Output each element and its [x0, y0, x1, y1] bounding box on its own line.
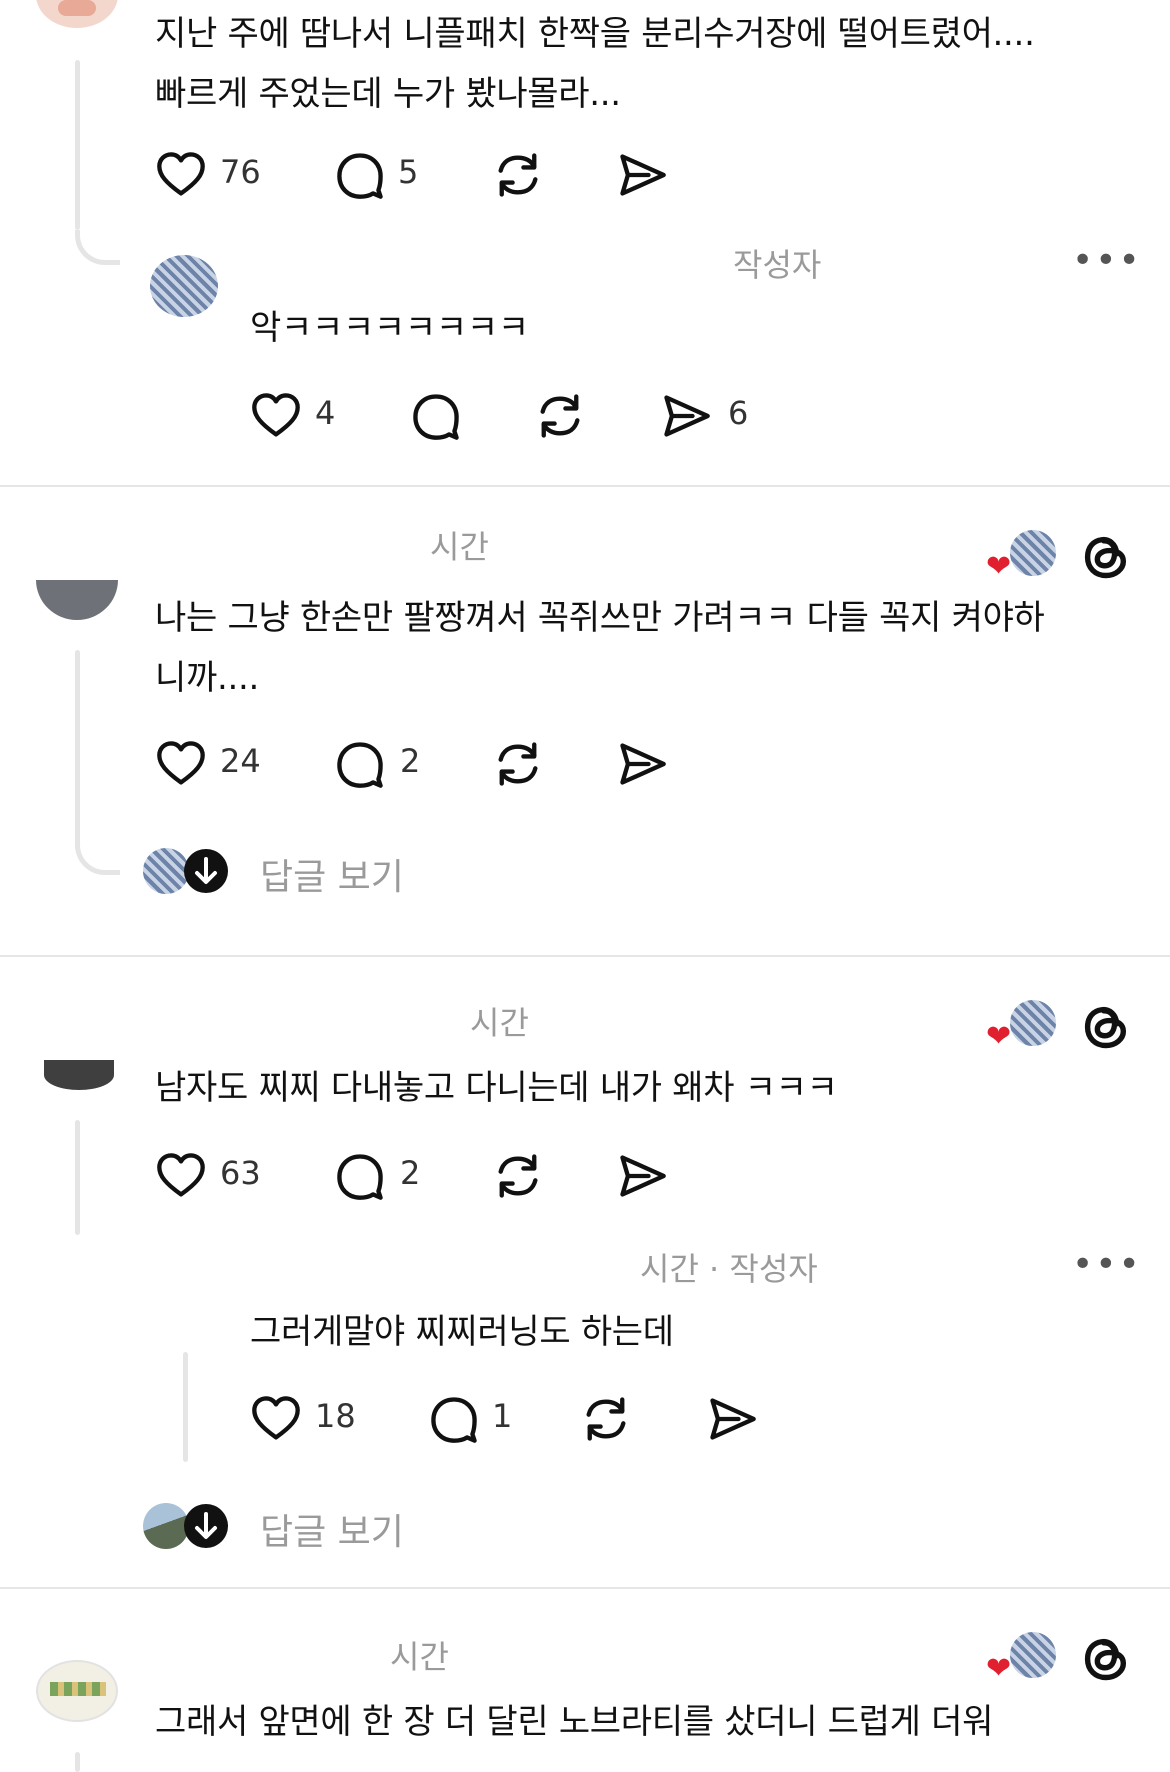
post-body-line-1: 남자도 찌찌 다내놓고 다니는데 내가 왜차 ㅋㅋㅋ — [155, 1068, 838, 1108]
send-icon[interactable] — [706, 1393, 758, 1445]
reply-meta: 시간 · 작성자 — [640, 1250, 818, 1288]
comment-count: 2 — [400, 1154, 421, 1192]
post-meta: 시간 — [470, 1004, 529, 1042]
post-meta: 시간 — [390, 1638, 449, 1676]
reply-connector — [75, 830, 120, 875]
comment-count: 5 — [398, 153, 419, 191]
send-icon[interactable] — [616, 149, 668, 201]
view-replies-link[interactable]: 답글 보기 — [260, 848, 404, 900]
send-icon[interactable] — [660, 390, 712, 442]
comment-count: 2 — [400, 742, 421, 780]
heart-icon[interactable] — [155, 149, 207, 201]
post-meta: 시간 — [430, 528, 489, 566]
like-count: 76 — [220, 153, 261, 191]
comment-icon[interactable] — [334, 738, 386, 790]
post-body-line-2: 니까.... — [155, 658, 259, 698]
send-icon[interactable] — [616, 738, 668, 790]
thread-line — [75, 1752, 80, 1772]
comment-icon[interactable] — [334, 149, 386, 201]
post-body: 그래서 앞면에 한 장 더 달린 노브라티를 샀더니 드럽게 더워 — [155, 1692, 1155, 1752]
like-count: 4 — [315, 394, 336, 432]
threads-logo-icon[interactable] — [1080, 530, 1132, 582]
threads-logo-icon[interactable] — [1080, 1632, 1132, 1684]
post-body-line-1: 나는 그냥 한손만 팔짱껴서 꼭쥐쓰만 가려ㅋㅋ 다들 꼭지 켜야하 — [155, 598, 1045, 638]
heart-badge-icon: ❤ — [986, 1019, 1012, 1054]
avatar[interactable] — [36, 540, 118, 620]
like-count: 18 — [315, 1397, 356, 1435]
thread-line — [183, 1352, 188, 1462]
heart-icon[interactable] — [155, 1150, 207, 1202]
liked-by-avatar — [1010, 1000, 1056, 1046]
comment-count: 1 — [492, 1397, 513, 1435]
repost-icon[interactable] — [580, 1393, 632, 1445]
thread-line — [75, 650, 80, 850]
send-icon[interactable] — [616, 1150, 668, 1202]
repost-icon[interactable] — [492, 1150, 544, 1202]
divider — [0, 1587, 1170, 1589]
like-count: 24 — [220, 742, 261, 780]
like-count: 63 — [220, 1154, 261, 1192]
heart-icon[interactable] — [250, 390, 302, 442]
divider — [0, 485, 1170, 487]
more-icon[interactable]: ••• — [1072, 240, 1142, 281]
post-body-line-1: 그래서 앞면에 한 장 더 달린 노브라티를 샀더니 드럽게 더워 — [155, 1702, 994, 1742]
repost-icon[interactable] — [534, 390, 586, 442]
comment-icon[interactable] — [410, 390, 462, 442]
arrow-down-icon[interactable] — [182, 847, 230, 895]
post-body: 지난 주에 땀나서 니플패치 한짝을 분리수거장에 떨어트렸어.... 빠르게 … — [155, 4, 1155, 124]
reply-connector — [75, 230, 120, 265]
comment-icon[interactable] — [428, 1393, 480, 1445]
post-body-line-2: 빠르게 주었는데 누가 봤나몰라... — [155, 74, 621, 114]
view-replies-link[interactable]: 답글 보기 — [260, 1503, 404, 1555]
post-body-line-1: 지난 주에 땀나서 니플패치 한짝을 분리수거장에 떨어트렸어.... — [155, 14, 1035, 54]
comment-icon[interactable] — [334, 1150, 386, 1202]
thread-line — [75, 1120, 80, 1235]
repost-icon[interactable] — [492, 738, 544, 790]
repost-icon[interactable] — [492, 149, 544, 201]
more-icon[interactable]: ••• — [1072, 1244, 1142, 1285]
avatar[interactable] — [36, 0, 118, 28]
liked-by-avatar — [1010, 1632, 1056, 1678]
post-body: 나는 그냥 한손만 팔짱껴서 꼭쥐쓰만 가려ㅋㅋ 다들 꼭지 켜야하 니까...… — [155, 588, 1155, 708]
avatar[interactable] — [36, 1660, 118, 1722]
share-count: 6 — [728, 394, 749, 432]
heart-badge-icon: ❤ — [986, 1651, 1012, 1686]
arrow-down-icon[interactable] — [182, 1502, 230, 1550]
reply-meta: 작성자 — [733, 246, 822, 284]
liked-by-avatar — [1010, 530, 1056, 576]
threads-logo-icon[interactable] — [1080, 1000, 1132, 1052]
reply-body: 그러게말야 찌찌러닝도 하는데 — [250, 1312, 674, 1352]
divider — [0, 955, 1170, 957]
avatar[interactable] — [44, 1060, 114, 1090]
heart-icon[interactable] — [155, 738, 207, 790]
thread-line — [75, 60, 80, 230]
heart-badge-icon: ❤ — [986, 549, 1012, 584]
heart-icon[interactable] — [250, 1393, 302, 1445]
reply-body: 악ㅋㅋㅋㅋㅋㅋㅋㅋ — [250, 308, 529, 348]
post-body: 남자도 찌찌 다내놓고 다니는데 내가 왜차 ㅋㅋㅋ — [155, 1058, 1155, 1118]
avatar[interactable] — [150, 255, 218, 317]
